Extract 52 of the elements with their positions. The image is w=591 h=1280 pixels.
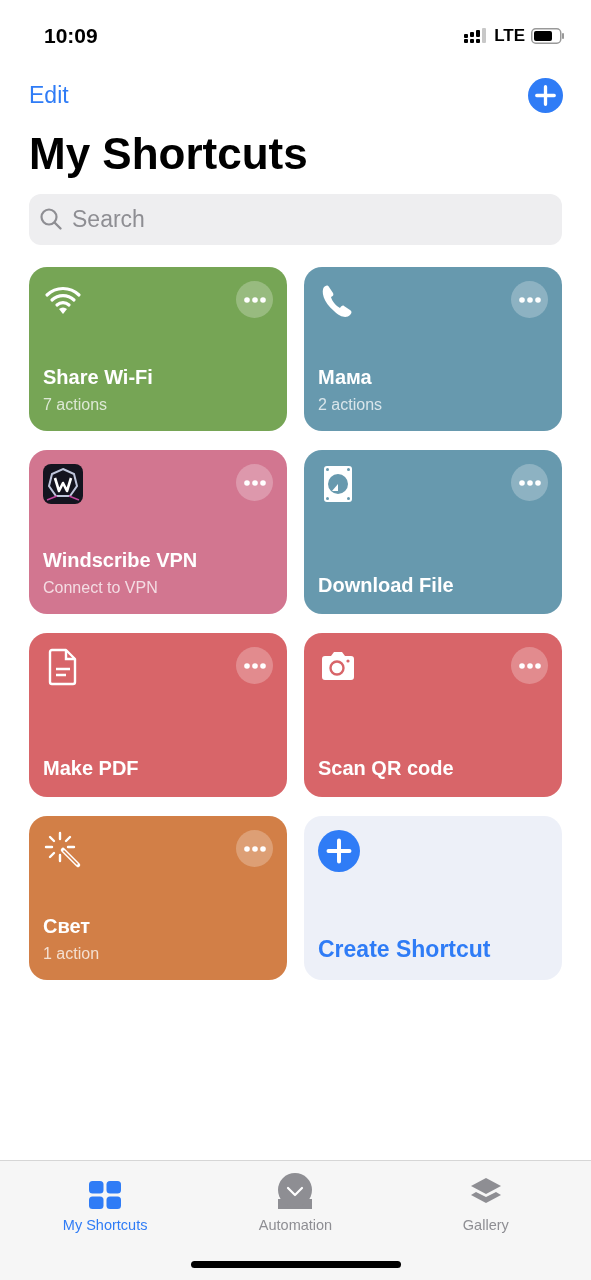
tab[interactable]: Automation (220, 1171, 371, 1237)
more-button[interactable] (236, 464, 273, 501)
signal-icon (464, 28, 489, 44)
card-subtitle: 7 actions (43, 395, 109, 415)
shortcut-card[interactable]: Свет 1 action (29, 816, 287, 980)
shortcut-card[interactable]: Мама 2 actions (304, 267, 562, 431)
more-icon (243, 479, 266, 486)
card-title: Share Wi-Fi (43, 365, 154, 390)
app-icon (43, 464, 83, 504)
create-shortcut-card[interactable]: Create Shortcut (304, 816, 562, 980)
more-icon (243, 296, 266, 303)
card-title: Make PDF (43, 756, 140, 781)
more-button[interactable] (236, 647, 273, 684)
plus-icon (528, 77, 563, 113)
shortcut-card[interactable]: Windscribe VPN Connect to VPN (29, 450, 287, 614)
network-label: LTE (494, 25, 525, 48)
check-clock-icon (277, 1173, 314, 1209)
more-button[interactable] (511, 464, 548, 501)
more-button[interactable] (511, 647, 548, 684)
more-button[interactable] (511, 281, 548, 318)
more-icon (518, 479, 541, 486)
tab[interactable]: Gallery (410, 1171, 561, 1237)
shortcut-card[interactable]: Make PDF (29, 633, 287, 797)
more-icon (518, 296, 541, 303)
shortcut-card[interactable]: Share Wi-Fi 7 actions (29, 267, 287, 431)
card-title: Windscribe VPN (43, 548, 199, 573)
plus-icon (318, 830, 360, 872)
shortcut-card[interactable]: Download File (304, 450, 562, 614)
card-title: Scan QR code (318, 756, 455, 781)
status-time: 10:09 (44, 23, 98, 50)
more-button[interactable] (236, 281, 273, 318)
more-icon (243, 845, 266, 852)
card-title: Свет (43, 914, 92, 939)
card-title: Create Shortcut (318, 935, 491, 964)
more-button[interactable] (236, 830, 273, 867)
magic-wand-icon (43, 830, 83, 870)
card-subtitle: Connect to VPN (43, 578, 159, 598)
battery-icon (531, 28, 565, 44)
add-button[interactable] (528, 77, 563, 113)
tab[interactable]: My Shortcuts (30, 1171, 181, 1237)
search-field[interactable]: Search (29, 194, 562, 245)
card-title: Download File (318, 573, 455, 598)
card-subtitle: 1 action (43, 944, 101, 964)
card-subtitle: 2 actions (318, 395, 384, 415)
edit-button[interactable]: Edit (29, 77, 69, 113)
more-icon (518, 662, 541, 669)
card-title: Мама (318, 365, 373, 390)
grid-icon (89, 1181, 122, 1209)
more-icon (243, 662, 266, 669)
search-icon (39, 207, 63, 231)
shortcut-card[interactable]: Scan QR code (304, 633, 562, 797)
page-title: My Shortcuts (28, 132, 309, 176)
